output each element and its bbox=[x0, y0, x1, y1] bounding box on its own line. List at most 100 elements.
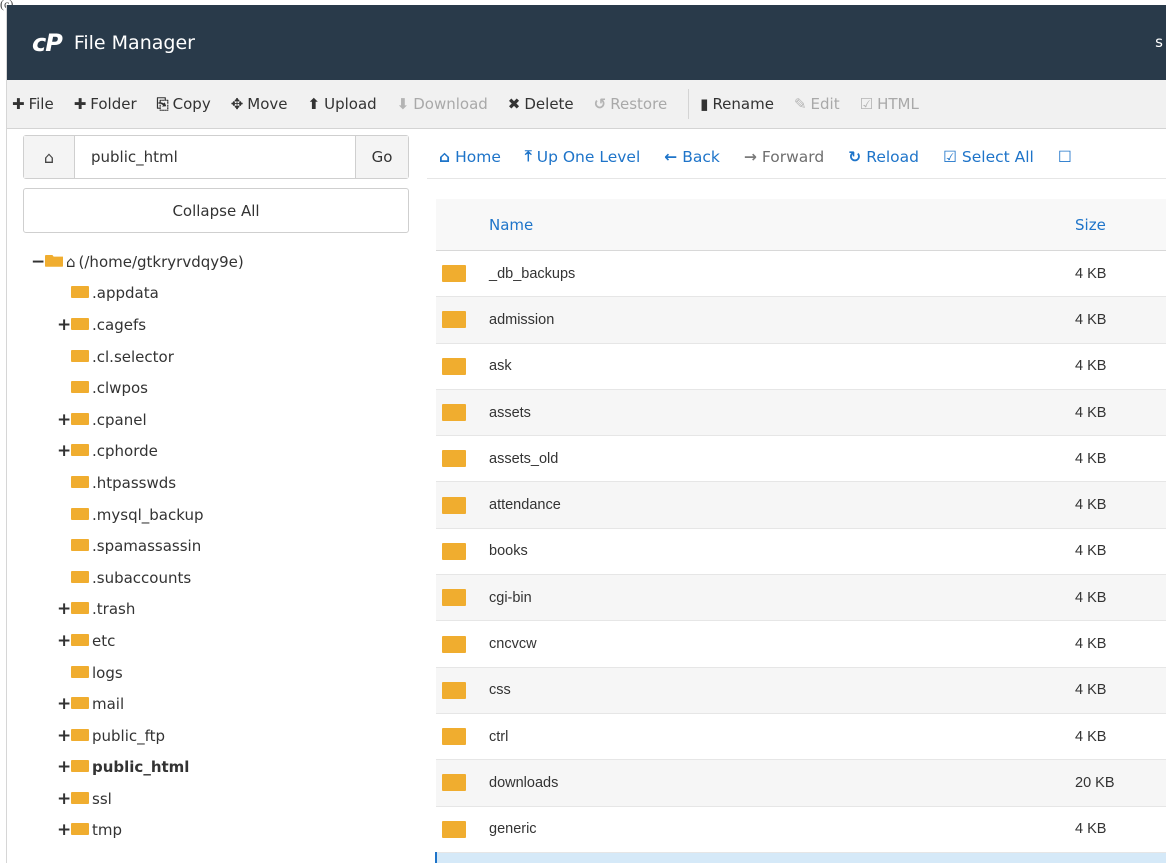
file-name[interactable]: books bbox=[488, 528, 1074, 576]
tree-item[interactable]: + etc bbox=[23, 625, 409, 657]
upload-icon: ⬆ bbox=[307, 95, 321, 113]
tree-item[interactable]: + .cpanel bbox=[23, 404, 409, 436]
expand-toggle-icon[interactable]: + bbox=[57, 757, 71, 777]
nav-reload-button[interactable]: ↻ Reload bbox=[836, 148, 931, 166]
tree-item-label: .cl.selector bbox=[92, 347, 174, 366]
file-name[interactable]: cncvcw bbox=[488, 620, 1074, 668]
file-row[interactable]: ask 4 KB bbox=[436, 343, 1166, 390]
file-name[interactable]: ask bbox=[488, 343, 1074, 390]
expand-toggle-icon[interactable]: + bbox=[57, 789, 71, 809]
file-name[interactable]: cgi-bin bbox=[488, 574, 1074, 622]
tree-item[interactable]: + mail bbox=[23, 688, 409, 720]
home-directory-button[interactable]: ⌂ bbox=[24, 136, 75, 178]
tree-item-label: .subaccounts bbox=[92, 568, 192, 587]
forward-arrow-icon: → bbox=[743, 147, 757, 166]
toolbar-edit-button[interactable]: ✎ Edit bbox=[789, 95, 855, 113]
nav-select-all-button[interactable]: ☑ Select All bbox=[931, 148, 1046, 166]
file-row[interactable]: generic 4 KB bbox=[436, 806, 1166, 853]
folder-icon bbox=[442, 635, 466, 653]
tree-item[interactable]: .cl.selector bbox=[23, 341, 409, 373]
file-name[interactable]: admission bbox=[488, 296, 1074, 344]
tree-item[interactable]: + public_ftp bbox=[23, 720, 409, 752]
toolbar-move-button[interactable]: ✥ Move bbox=[226, 95, 303, 113]
expand-toggle-icon[interactable]: + bbox=[57, 631, 71, 651]
file-name[interactable]: css bbox=[488, 667, 1074, 714]
tree-item[interactable]: + tmp bbox=[23, 815, 409, 847]
toolbar-upload-button[interactable]: ⬆ Upload bbox=[303, 95, 392, 113]
file-row[interactable]: genericelective4 KB bbox=[435, 852, 1166, 863]
tree-item[interactable]: .mysql_backup bbox=[23, 499, 409, 531]
cpanel-logo[interactable]: cP bbox=[32, 29, 63, 57]
file-name[interactable]: genericelective bbox=[488, 852, 1074, 863]
tree-item[interactable]: − ⌂ (/home/gtkryrvdqy9e) bbox=[23, 246, 409, 278]
file-name[interactable]: assets bbox=[488, 389, 1074, 437]
toolbar-delete-button[interactable]: ✖ Delete bbox=[503, 95, 589, 113]
tree-item[interactable]: .subaccounts bbox=[23, 562, 409, 594]
folder-icon bbox=[71, 760, 89, 773]
tree-item[interactable]: .spamassassin bbox=[23, 530, 409, 562]
file-name[interactable]: attendance bbox=[488, 481, 1074, 529]
file-row[interactable]: cgi-bin 4 KB bbox=[436, 574, 1166, 622]
folder-icon bbox=[71, 286, 89, 299]
toolbar-download-button[interactable]: ⬇ Download bbox=[392, 95, 503, 113]
file-row[interactable]: assets_old 4 KB bbox=[436, 435, 1166, 483]
tree-item[interactable]: logs bbox=[23, 657, 409, 689]
navigation-bar: ⌂ Home ⤒ Up One Level ← Back → Forward ↻ Reload ☑ S… bbox=[427, 135, 1166, 179]
file-row[interactable]: admission 4 KB bbox=[436, 296, 1166, 344]
tree-item[interactable]: .htpasswds bbox=[23, 467, 409, 499]
file-row[interactable]: attendance 4 KB bbox=[436, 481, 1166, 529]
file-size: 4 KB bbox=[1074, 806, 1166, 853]
file-row[interactable]: ctrl 4 KB bbox=[436, 713, 1166, 761]
toolbar-rename-button[interactable]: ▮ Rename bbox=[695, 95, 789, 113]
file-name[interactable]: downloads bbox=[488, 759, 1074, 807]
path-input[interactable] bbox=[75, 136, 355, 178]
file-name[interactable]: _db_backups bbox=[488, 250, 1074, 298]
name-column-header[interactable]: Name bbox=[488, 199, 1074, 251]
expand-toggle-icon[interactable]: + bbox=[57, 441, 71, 461]
nav-unselect-button[interactable]: ☐ bbox=[1046, 148, 1089, 166]
tree-item[interactable]: + .cphorde bbox=[23, 436, 409, 468]
file-name[interactable]: generic bbox=[488, 806, 1074, 853]
expand-toggle-icon[interactable]: + bbox=[57, 410, 71, 430]
file-icon-cell bbox=[436, 528, 488, 576]
expand-toggle-icon[interactable]: + bbox=[57, 820, 71, 840]
file-row[interactable]: downloads 20 KB bbox=[436, 759, 1166, 807]
expand-toggle-icon[interactable]: + bbox=[57, 599, 71, 619]
go-button[interactable]: Go bbox=[355, 136, 408, 178]
file-icon-cell bbox=[436, 713, 488, 761]
tree-item[interactable]: + .trash bbox=[23, 594, 409, 626]
toolbar-restore-button[interactable]: ↺ Restore bbox=[589, 95, 683, 113]
folder-icon bbox=[71, 728, 89, 741]
header-right-fragment[interactable]: s bbox=[1155, 33, 1163, 51]
size-column-header[interactable]: Size bbox=[1074, 199, 1166, 251]
expand-toggle-icon[interactable]: + bbox=[57, 726, 71, 746]
file-icon-cell bbox=[436, 574, 488, 622]
collapse-toggle-icon[interactable]: − bbox=[31, 252, 45, 272]
nav-back-button[interactable]: ← Back bbox=[652, 148, 732, 166]
nav-forward-button[interactable]: → Forward bbox=[732, 148, 836, 166]
toolbar-file-button[interactable]: ✚ File bbox=[7, 95, 69, 113]
tree-item[interactable]: + ssl bbox=[23, 783, 409, 815]
tree-item[interactable]: + public_html bbox=[23, 752, 409, 784]
nav-home-button[interactable]: ⌂ Home bbox=[427, 148, 513, 166]
file-row[interactable]: books 4 KB bbox=[436, 528, 1166, 576]
expand-toggle-icon[interactable]: + bbox=[57, 315, 71, 335]
file-row[interactable]: cncvcw 4 KB bbox=[436, 620, 1166, 668]
toolbar-copy-button[interactable]: ⎘ Copy bbox=[152, 95, 226, 113]
toolbar-folder-button[interactable]: ✚ Folder bbox=[69, 95, 152, 113]
file-name[interactable]: assets_old bbox=[488, 435, 1074, 483]
toolbar-html-button[interactable]: ☑ HTML bbox=[855, 95, 934, 113]
file-row[interactable]: css 4 KB bbox=[436, 667, 1166, 714]
file-row[interactable]: _db_backups 4 KB bbox=[436, 250, 1166, 298]
file-row[interactable]: assets 4 KB bbox=[436, 389, 1166, 437]
tree-item-label: mail bbox=[92, 695, 125, 714]
up-level-icon: ⤒ bbox=[524, 147, 532, 165]
collapse-all-button[interactable]: Collapse All bbox=[23, 188, 409, 233]
file-name[interactable]: ctrl bbox=[488, 713, 1074, 761]
expand-toggle-icon[interactable]: + bbox=[57, 694, 71, 714]
tree-item[interactable]: .appdata bbox=[23, 278, 409, 310]
nav-up-one-level-button[interactable]: ⤒ Up One Level bbox=[513, 147, 652, 166]
file-size: 4 KB bbox=[1074, 620, 1166, 668]
tree-item[interactable]: .clwpos bbox=[23, 372, 409, 404]
tree-item[interactable]: + .cagefs bbox=[23, 309, 409, 341]
